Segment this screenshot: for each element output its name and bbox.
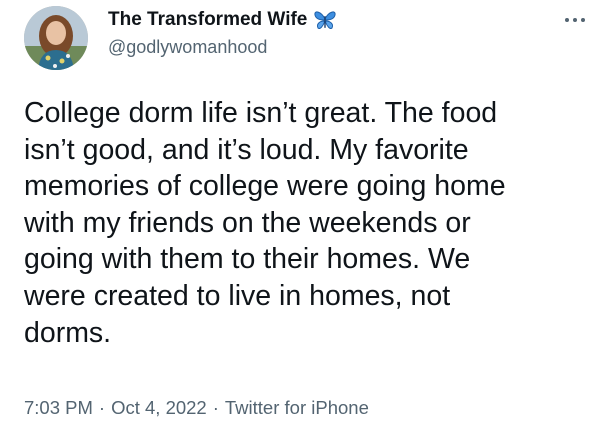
- tweet-source[interactable]: Twitter for iPhone: [225, 397, 369, 418]
- tweet-text-line: dorms.: [24, 316, 112, 349]
- tweet-meta: 7:03 PM · Oct 4, 2022 · Twitter for iPhone: [24, 397, 369, 419]
- tweet-text-line: memories of college were going home: [24, 170, 506, 203]
- tweet-text-line: College dorm life isn’t great. The food: [24, 97, 498, 129]
- tweet-date[interactable]: Oct 4, 2022: [111, 397, 207, 418]
- meta-separator: ·: [98, 397, 106, 418]
- tweet-card: The Transformed Wife @godlywomanhood Col…: [0, 0, 600, 433]
- avatar[interactable]: [24, 6, 88, 70]
- dot: [565, 18, 569, 22]
- author-handle[interactable]: @godlywomanhood: [108, 37, 267, 58]
- author-name-row[interactable]: The Transformed Wife: [108, 8, 337, 32]
- display-name[interactable]: The Transformed Wife: [108, 9, 307, 31]
- dot: [573, 18, 577, 22]
- tweet-text-line: isn’t good, and it’s loud. My favorite: [24, 133, 469, 166]
- tweet-time[interactable]: 7:03 PM: [24, 397, 93, 418]
- avatar-image: [24, 6, 88, 70]
- tweet-text: College dorm life isn’t great. The food …: [24, 95, 590, 351]
- dot: [581, 18, 585, 22]
- more-options-icon[interactable]: [560, 12, 590, 28]
- tweet-text-line: were created to live in homes, not: [24, 279, 451, 312]
- tweet-text-line: with my friends on the weekends or: [24, 206, 471, 239]
- tweet-text-line: going with them to their homes. We: [24, 243, 471, 276]
- meta-separator: ·: [212, 397, 219, 418]
- butterfly-icon: [313, 9, 337, 31]
